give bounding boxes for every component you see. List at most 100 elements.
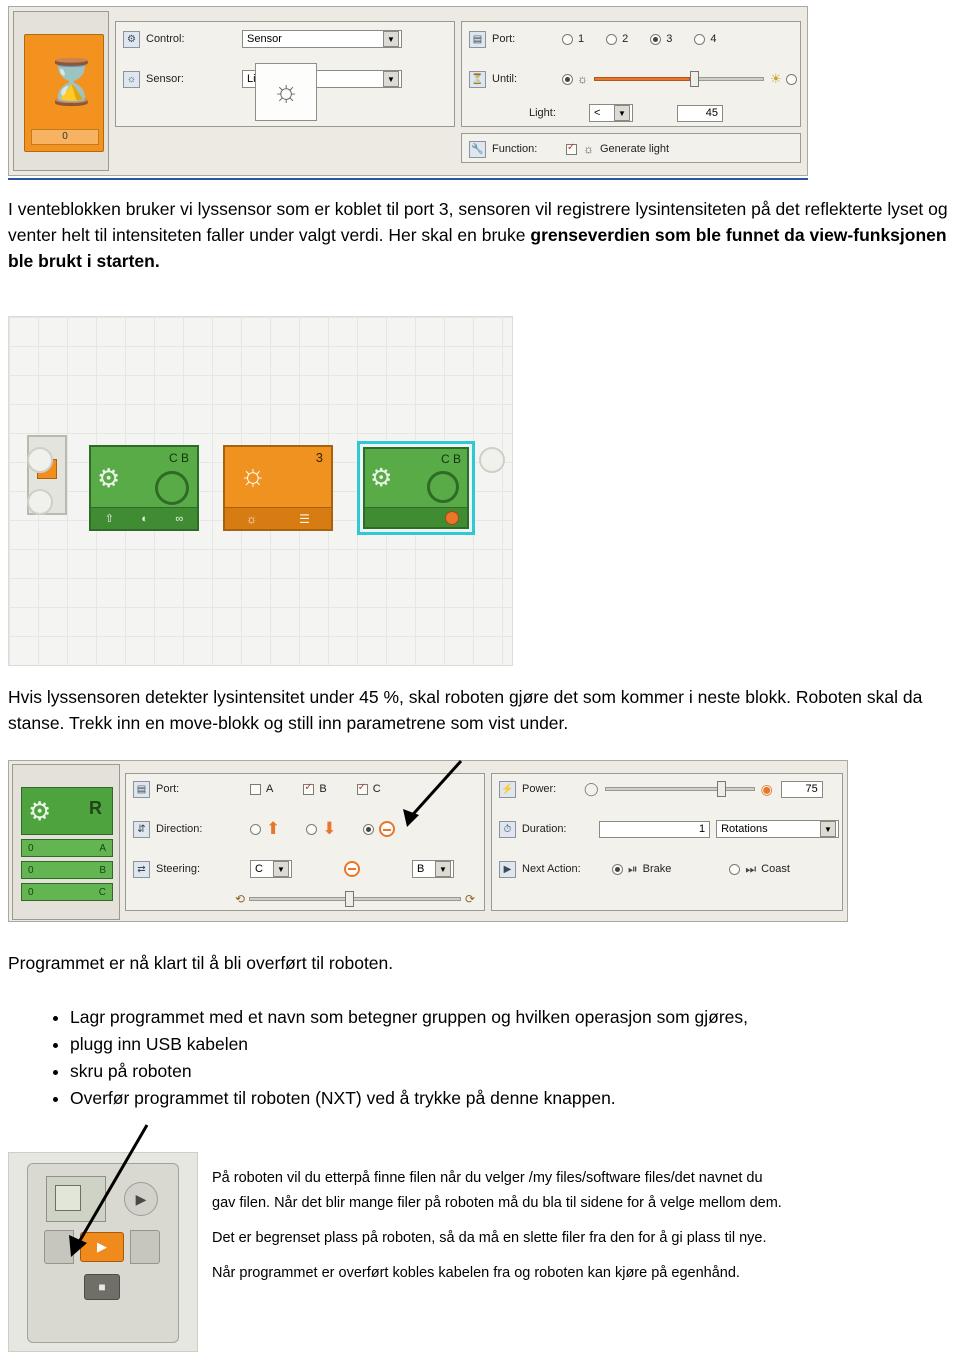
canvas-move-block-2-footer [365, 507, 467, 527]
power-value-input[interactable]: 75 [780, 780, 823, 798]
control-select[interactable]: Sensor ▼ [242, 30, 402, 48]
chevron-down-icon: ▼ [819, 821, 836, 837]
steering-icon: ◐ [141, 512, 148, 525]
port-radio-2[interactable] [606, 33, 618, 45]
port-icon: ▤ [469, 30, 486, 48]
gear-icon: ⚙ [370, 464, 393, 492]
canvas-move-block-1[interactable]: C B ⚙ ⇧ ◐ ∞ [89, 445, 199, 531]
until-label: Until: [492, 73, 518, 85]
infinity-icon: ∞ [175, 512, 184, 525]
canvas-move-block-2-label: C B [440, 452, 461, 466]
move-steering-row: ⇄ Steering: C ▼ B ▼ [133, 859, 483, 879]
stop-square-icon: ■ [98, 1280, 106, 1294]
coast-icon: ⏭ [745, 861, 757, 876]
nxt-brick-screenshot: ▶ ▶ ■ [8, 1124, 198, 1352]
canvas-wait-footer: ☼ ☰ [225, 507, 331, 529]
move-duration-label: Duration: [521, 823, 567, 835]
sun-icon: ☼ [239, 459, 267, 492]
direction-radio-down[interactable] [306, 823, 318, 835]
port-radio-3[interactable] [650, 33, 662, 45]
chevron-down-icon: ▼ [435, 861, 451, 877]
light-comparator-select[interactable]: < ▼ [589, 104, 633, 122]
wait-block-body: ⌛ 0 [24, 34, 104, 152]
steering-slider-knob[interactable] [345, 891, 354, 907]
next-action-coast-label: Coast [761, 863, 790, 875]
motor-row-b-port: B [99, 864, 106, 876]
motor-row-c-value: 0 [28, 886, 34, 898]
program-canvas-screenshot: C B ⚙ ⇧ ◐ ∞ 3 ☼ ☼ ☰ C B ⚙ [8, 316, 513, 666]
move-port-label: Port: [156, 783, 180, 795]
move-next-action-row: ▶ Next Action: ⏯ Brake ⏭ Coast [499, 859, 839, 879]
motor-row-a-value: 0 [28, 842, 34, 854]
port-radio-1[interactable] [562, 33, 573, 45]
port-option-1: 1 [578, 33, 585, 45]
move-port-checkbox-b[interactable] [303, 782, 315, 795]
motor-row-c: 0 C [21, 883, 113, 901]
beam-ring-end [479, 447, 505, 473]
move-port-label-a: A [266, 783, 274, 795]
steering-right-select[interactable]: B ▼ [412, 860, 454, 878]
sun-small-icon: ☼ [577, 72, 588, 86]
notes-block: På roboten vil du etterpå finne filen nå… [212, 1166, 952, 1286]
gear-icon: ⚙ [28, 796, 52, 826]
until-radio-light[interactable] [785, 73, 797, 85]
sun-bright-icon: ☀ [770, 71, 782, 86]
list-item: plugg inn USB kabelen [70, 1031, 960, 1058]
generate-light-label: Generate light [600, 143, 670, 155]
until-radio-dark[interactable] [562, 73, 573, 85]
next-action-brake-label: Brake [642, 863, 672, 875]
move-duration-row: ⏱ Duration: 1 Rotations ▼ [499, 819, 839, 839]
canvas-move-block-1-label: C B [168, 451, 189, 465]
until-slider-knob[interactable] [690, 71, 699, 87]
move-port-label-c: C [372, 783, 381, 795]
paragraph-3: Programmet er nå klart til å bli overfør… [8, 950, 952, 976]
control-icon: ⚙ [123, 30, 140, 48]
next-action-radio-coast[interactable] [729, 863, 741, 875]
move-block-body: ⚙ R [21, 787, 113, 835]
arrow-up-icon: ⇧ [104, 513, 114, 525]
light-comparator-value: < [594, 107, 601, 119]
sun-icon: ☼ [272, 75, 300, 108]
note-line-4: Når programmet er overført kobles kabele… [212, 1265, 740, 1281]
light-sensor-preview: ☼ [255, 63, 317, 121]
power-low-icon: ◯ [584, 781, 599, 796]
paragraph-1: I venteblokken bruker vi lyssensor som e… [8, 196, 952, 274]
port-label: Port: [492, 33, 516, 45]
arrow-up-icon: ⬆ [266, 819, 281, 838]
wait-block-screenshot: Wait ⌛ 0 ⚙ Control: Sensor ▼ ☼ Sensor: L… [8, 6, 808, 176]
canvas-move-block-2-selection[interactable]: C B ⚙ [357, 441, 475, 535]
turn-left-icon: ⟲ [235, 892, 246, 906]
wheel-icon [427, 471, 459, 503]
sun-small-icon: ☼ [246, 511, 258, 526]
power-slider-knob[interactable] [716, 781, 726, 797]
move-block-icon-panel: ⚙ R 0 A 0 B 0 C [12, 764, 120, 920]
duration-value-input[interactable]: 1 [599, 820, 711, 838]
motor-row-a-port: A [99, 842, 106, 854]
paragraph-1-line-1: I venteblokken bruker vi lyssensor som e… [8, 199, 771, 219]
bullet-list: Lagr programmet med et navn som betegner… [50, 1004, 960, 1112]
next-action-radio-brake[interactable] [612, 863, 623, 875]
move-port-checkbox-a[interactable] [250, 783, 261, 795]
direction-icon: ⇵ [133, 820, 150, 838]
control-select-value: Sensor [247, 33, 282, 45]
move-port-checkbox-c[interactable] [356, 782, 368, 795]
sensor-icon: ☼ [123, 70, 140, 88]
generate-light-checkbox[interactable] [566, 142, 577, 155]
wait-block-icon-panel: ⌛ 0 [13, 11, 109, 171]
move-power-label: Power: [522, 783, 557, 795]
port-radio-4[interactable] [694, 33, 706, 45]
chevron-down-icon: ▼ [614, 105, 630, 121]
power-high-icon: ◉ [760, 780, 773, 797]
steering-left-select[interactable]: C ▼ [250, 860, 292, 878]
light-threshold-input[interactable]: 45 [677, 104, 723, 122]
nxt-cancel-button[interactable]: ■ [84, 1274, 120, 1300]
direction-radio-up[interactable] [250, 823, 261, 835]
power-icon: ⚡ [499, 780, 516, 798]
sun-small-icon: ☼ [583, 142, 594, 156]
steering-slider[interactable]: ⟲ ⟳ [235, 891, 475, 907]
move-direction-label: Direction: [156, 823, 203, 835]
duration-unit-select[interactable]: Rotations ▼ [716, 820, 839, 838]
direction-radio-stop[interactable] [362, 823, 374, 835]
canvas-wait-light-block[interactable]: 3 ☼ ☼ ☰ [223, 445, 333, 531]
canvas-move-block-2[interactable]: C B ⚙ [363, 447, 469, 529]
